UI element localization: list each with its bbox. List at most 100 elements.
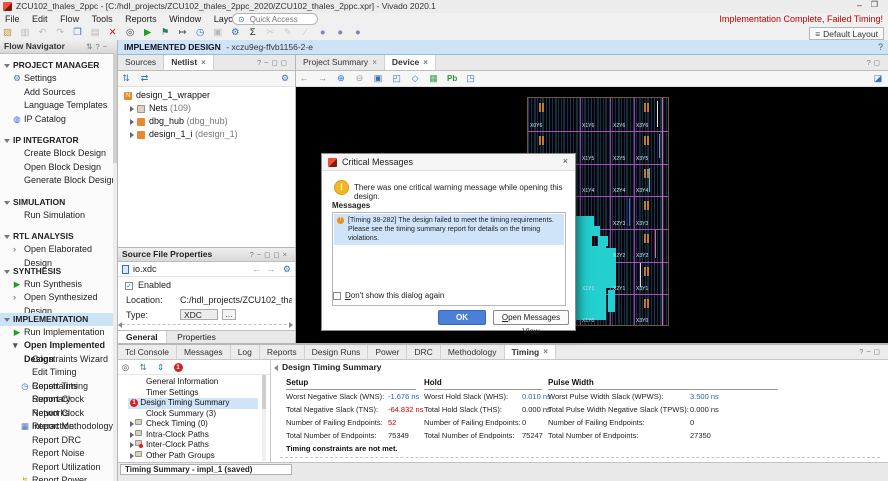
quick-access-search[interactable]: ⊙ — [232, 13, 318, 25]
zoom-out-icon[interactable]: ⊖ — [352, 71, 368, 86]
menu-window[interactable]: Window — [164, 13, 206, 25]
tab-power[interactable]: Power — [368, 345, 407, 359]
open-project-icon[interactable]: ▨ — [0, 25, 15, 40]
sidebar-item-run-implementation[interactable]: ▶Run Implementation — [0, 326, 117, 340]
redo-icon[interactable]: ↷ — [53, 25, 68, 40]
netlist-nets-row[interactable]: Nets (109) — [122, 102, 295, 115]
sidebar-scrollbar[interactable] — [113, 53, 117, 481]
sidebar-item-open-synthesized-design[interactable]: ›Open Synthesized Design — [0, 291, 117, 305]
sidebar-item-constraints-wizard[interactable]: Constraints Wizard — [0, 353, 117, 367]
timing-tree-check-timing[interactable]: Check Timing (0) — [146, 419, 208, 430]
undo-icon[interactable]: ↶ — [35, 25, 50, 40]
cell-draw-icon[interactable]: ◳ — [463, 71, 479, 86]
close-icon[interactable]: × — [372, 55, 377, 70]
sidebar-item-run-synthesis[interactable]: ▶Run Synthesis — [0, 278, 117, 292]
menu-reports[interactable]: Reports — [120, 13, 162, 25]
paste-icon[interactable]: ▤ — [88, 25, 103, 40]
close-icon[interactable]: × — [563, 156, 568, 166]
timing-tree-intra-clock-paths[interactable]: Intra-Clock Paths — [146, 430, 209, 441]
sidebar-item-settings[interactable]: ⚙Settings — [0, 72, 117, 86]
menu-flow[interactable]: Flow — [55, 13, 84, 25]
tab-messages[interactable]: Messages — [177, 345, 231, 359]
critical-message-item[interactable]: ! [Timing 38-282] The design failed to m… — [334, 214, 564, 245]
routing-resources-icon[interactable]: ▦ — [426, 71, 442, 86]
zoom-fit-icon[interactable]: ▣ — [370, 71, 386, 86]
sidebar-item-add-sources[interactable]: Add Sources — [0, 86, 117, 100]
timing-tree-scrollbar[interactable] — [262, 375, 266, 461]
dont-show-label[interactable]: Don't show this dialog again — [345, 291, 444, 300]
sidebar-item-create-block-design[interactable]: Create Block Design — [0, 147, 117, 161]
sidebar-item-ip-catalog[interactable]: ◍IP Catalog — [0, 113, 117, 127]
panel-controls[interactable]: ?−◻◻ — [257, 55, 290, 70]
dont-show-checkbox[interactable] — [333, 292, 341, 300]
gear-icon[interactable]: ⚙ — [277, 71, 293, 86]
timing-tree-inter-clock-paths[interactable]: Inter-Clock Paths — [146, 440, 209, 451]
sidebar-item-language-templates[interactable]: Language Templates — [0, 99, 117, 113]
section-rtl-analysis[interactable]: RTL ANALYSIS — [0, 230, 117, 243]
menu-tools[interactable]: Tools — [87, 13, 118, 25]
timing-tree-timer-settings[interactable]: Timer Settings — [146, 388, 198, 399]
section-implementation[interactable]: IMPLEMENTATION — [0, 313, 117, 326]
tab-log[interactable]: Log — [231, 345, 260, 359]
slash-icon[interactable]: ∕ — [298, 25, 313, 40]
edit-icon[interactable]: ✎ — [280, 25, 295, 40]
step-icon[interactable]: ↦ — [175, 25, 190, 40]
tab-netlist[interactable]: Netlist× — [164, 55, 214, 70]
close-icon[interactable]: × — [423, 55, 428, 70]
close-icon[interactable]: × — [543, 345, 548, 359]
collapse-pane-icon[interactable] — [274, 365, 278, 371]
sidebar-item-edit-timing-constraints[interactable]: Edit Timing Constraints — [0, 366, 117, 380]
copy-icon[interactable]: ❐ — [70, 25, 85, 40]
gear-icon[interactable]: ⚙ — [283, 262, 291, 276]
help-icon[interactable]: ? — [878, 40, 883, 54]
timing-tree-design-timing-summary[interactable]: 1 Design Timing Summary — [128, 398, 258, 409]
tab-timing[interactable]: Timing× — [505, 345, 556, 359]
menu-edit[interactable]: Edit — [27, 13, 53, 25]
timing-tree-other-path-groups[interactable]: Other Path Groups — [146, 451, 215, 462]
section-project-manager[interactable]: PROJECT MANAGER — [0, 59, 117, 72]
panel-controls[interactable]: ?−◻◻× — [250, 248, 290, 261]
theme-icon-2[interactable]: ● — [333, 25, 348, 40]
open-messages-view-button[interactable]: Open Messages View — [493, 310, 569, 325]
tab-tcl-console[interactable]: Tcl Console — [118, 345, 177, 359]
run-icon[interactable]: ▶ — [140, 25, 155, 40]
expand-all-icon[interactable]: ⇕ — [153, 360, 168, 374]
netlist-root-row[interactable]: N design_1_wrapper — [122, 89, 295, 102]
timing-tree-general-information[interactable]: General Information — [146, 377, 218, 388]
splitter[interactable] — [270, 360, 271, 463]
sidebar-item-run-simulation[interactable]: Run Simulation — [0, 209, 117, 223]
back-icon[interactable]: ← — [252, 262, 261, 276]
sidebar-item-report-clock-interaction[interactable]: Report Clock Interaction — [0, 407, 117, 421]
scroll-left-icon[interactable] — [118, 322, 122, 328]
expand-all-icon[interactable]: ⇄ — [137, 71, 153, 86]
sidebar-item-report-power[interactable]: ↯Report Power — [0, 474, 117, 481]
autofit-selection-icon[interactable]: ◇ — [407, 71, 423, 86]
timer-icon[interactable]: ◷ — [193, 25, 208, 40]
close-icon[interactable]: × — [201, 55, 206, 70]
expander-icon[interactable] — [130, 453, 134, 459]
horizontal-scrollbar[interactable] — [122, 324, 287, 325]
cut-icon[interactable]: ✂ — [263, 25, 278, 40]
section-ip-integrator[interactable]: IP INTEGRATOR — [0, 134, 117, 147]
maximize-button[interactable]: ❐ — [871, 0, 878, 9]
enabled-checkbox[interactable]: ✓ — [125, 282, 133, 290]
zoom-in-icon[interactable]: ⊕ — [333, 71, 349, 86]
forward-icon[interactable]: → — [315, 71, 331, 86]
whs-value[interactable]: 0.010 ns — [522, 390, 551, 403]
horizontal-scrollbar[interactable] — [280, 457, 880, 458]
expander-icon[interactable]: ▾ — [13, 339, 18, 353]
settings-icon[interactable]: ⚙ — [228, 25, 243, 40]
sidebar-item-report-utilization[interactable]: Report Utilization — [0, 461, 117, 475]
sum-icon[interactable]: Σ — [245, 25, 260, 40]
wpws-value[interactable]: 3.500 ns — [690, 390, 719, 403]
panel-controls[interactable]: ?◻ — [867, 55, 883, 70]
forward-icon[interactable]: → — [266, 262, 275, 276]
sidebar-item-report-drc[interactable]: Report DRC — [0, 434, 117, 448]
search-icon[interactable]: ◎ — [118, 360, 133, 374]
floating-window-icon[interactable]: ◪ — [870, 71, 886, 86]
netlist-dbg-hub-row[interactable]: dbg_hub (dbg_hub) — [122, 115, 295, 128]
expander-icon[interactable] — [130, 119, 134, 125]
expander-icon[interactable] — [130, 421, 134, 427]
minimize-button[interactable]: – — [857, 0, 862, 10]
tab-device[interactable]: Device× — [385, 55, 436, 70]
